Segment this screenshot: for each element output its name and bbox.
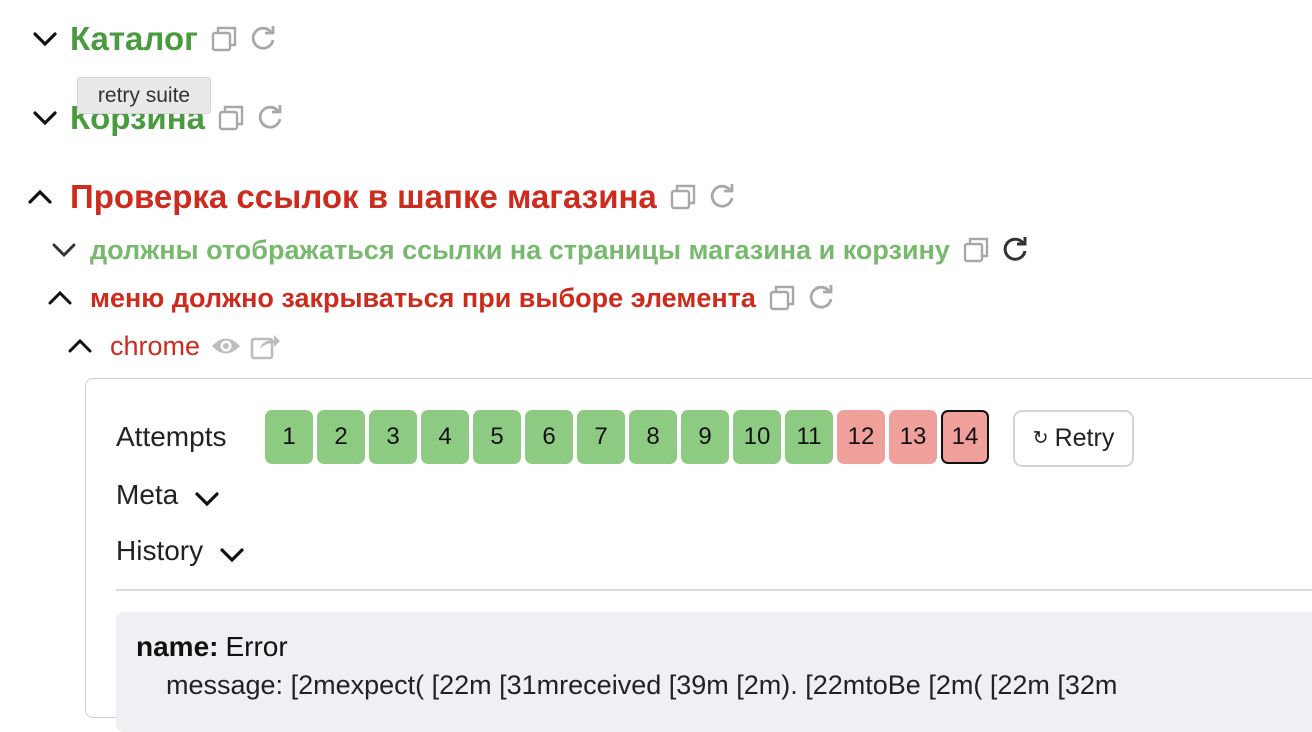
attempt-tab-current[interactable]: 14 [941,410,989,464]
copy-icon[interactable] [669,183,697,211]
suite-title[interactable]: Проверка ссылок в шапке магазина [70,178,657,216]
meta-label: Meta [116,479,179,510]
history-toggle[interactable]: History [116,533,245,569]
retry-button-label: Retry [1054,424,1115,452]
meta-toggle[interactable]: Meta [116,477,220,513]
test-row-links-displayed: должны отображаться ссылки на страницы м… [50,232,1030,268]
divider [116,589,1312,591]
attempt-tab[interactable]: 10 [733,410,781,464]
test-row-menu-closes: меню должно закрываться при выборе элеме… [46,280,836,316]
attempt-tab[interactable]: 1 [265,410,313,464]
attempt-tab[interactable]: 2 [317,410,365,464]
chevron-up-icon[interactable] [25,189,55,205]
test-title[interactable]: меню должно закрываться при выборе элеме… [90,283,756,314]
attempt-tab[interactable]: 9 [681,410,729,464]
copy-icon[interactable] [210,25,238,53]
attempts-label: Attempts [116,421,227,452]
attempt-tab[interactable]: 7 [577,410,625,464]
attempt-tab[interactable]: 3 [369,410,417,464]
attempt-tab[interactable]: 4 [421,410,469,464]
attempt-tab[interactable]: 5 [473,410,521,464]
history-label: History [116,535,204,566]
chevron-up-icon[interactable] [46,291,74,305]
error-message-line: message: [2mexpect( [22m [31mreceived [3… [136,669,1118,700]
attempt-tab[interactable]: 11 [785,410,833,464]
retry-icon[interactable] [806,283,836,313]
chevron-up-icon[interactable] [66,339,94,353]
suite-title[interactable]: Каталог [70,20,198,58]
error-name-line: name: Error [136,630,288,664]
retry-icon[interactable] [248,24,278,54]
chevron-down-icon [194,491,220,507]
browser-row-chrome: chrome [66,328,282,364]
attempt-tab[interactable]: 6 [525,410,573,464]
suite-row-header-links: Проверка ссылок в шапке магазина [25,176,737,218]
attempt-tab[interactable]: 13 [889,410,937,464]
retry-icon[interactable] [255,103,285,133]
copy-icon[interactable] [962,236,990,264]
copy-icon[interactable] [217,104,245,132]
attempt-tab[interactable]: 8 [629,410,677,464]
error-name-value: Error [225,631,288,662]
copy-icon[interactable] [768,284,796,312]
retry-suite-tooltip: retry suite [77,77,211,114]
retry-icon: ↻ [1032,428,1049,449]
attempt-tab[interactable]: 12 [837,410,885,464]
share-icon[interactable] [250,331,282,361]
retry-icon[interactable] [707,182,737,212]
chevron-down-icon [219,547,245,563]
retry-icon[interactable] [1000,235,1030,265]
chevron-down-icon[interactable] [50,243,78,257]
retry-button[interactable]: ↻ Retry [1013,410,1134,467]
browser-name[interactable]: chrome [110,331,200,362]
chevron-down-icon[interactable] [30,110,60,126]
suite-row-catalog: Каталог [30,18,278,60]
chevron-down-icon[interactable] [30,31,60,47]
eye-icon[interactable] [210,335,242,357]
error-name-key: name: [136,631,219,662]
test-title[interactable]: должны отображаться ссылки на страницы м… [90,235,950,266]
